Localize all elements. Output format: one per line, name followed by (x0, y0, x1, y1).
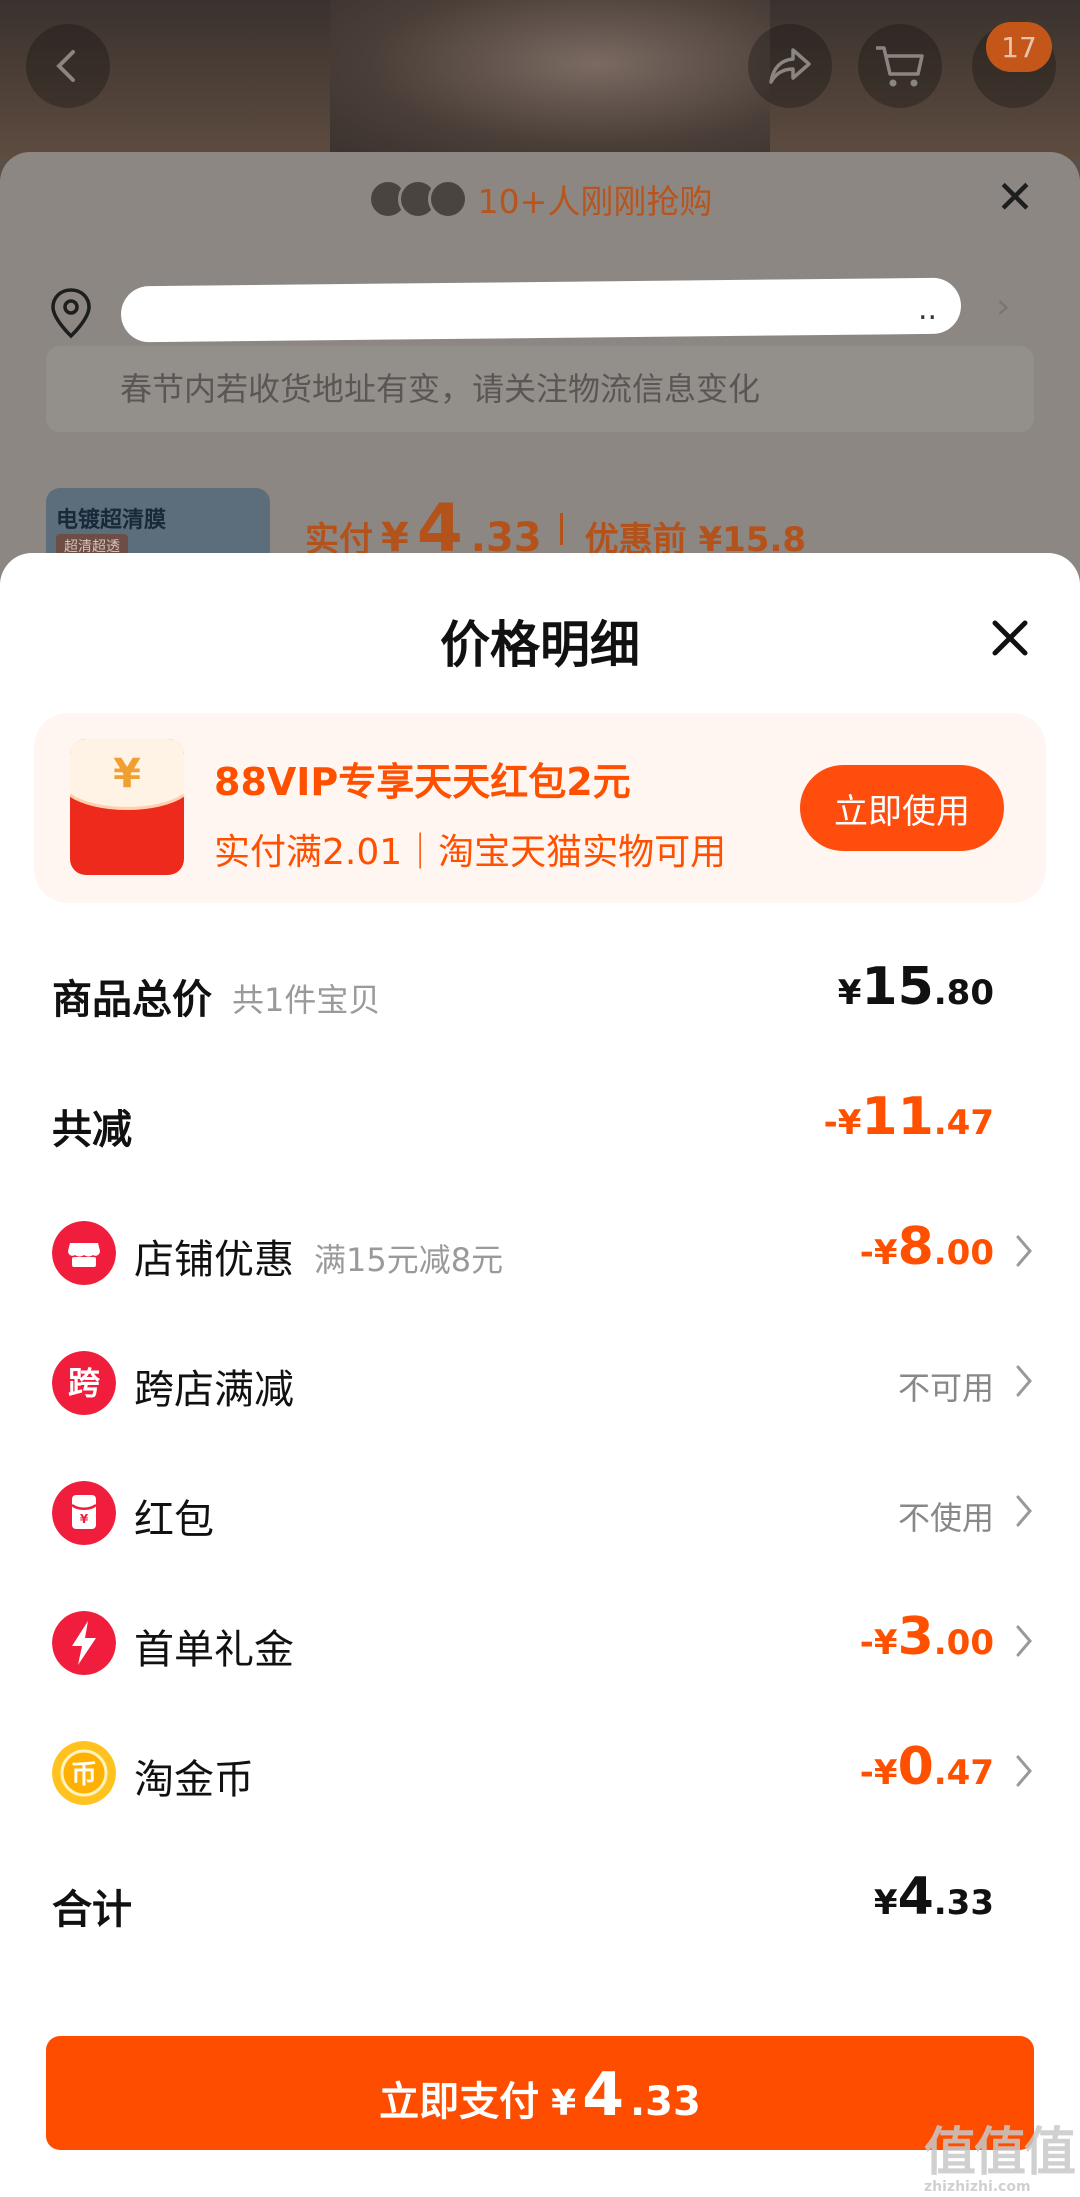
amount-decimal: .00 (933, 1623, 994, 1663)
promo-subtitle: 实付满2.01｜淘宝天猫实物可用 (214, 832, 727, 873)
currency: -¥ (859, 1233, 898, 1273)
modal-title: 价格明细 (440, 616, 640, 674)
red-packet-label: 红包 (134, 1497, 214, 1543)
share-icon (769, 48, 811, 84)
total-row: 合计 ¥4.33 (52, 1863, 1032, 1943)
promo-title: 88VIP专享天天红包2元 (214, 760, 631, 804)
cart-button[interactable] (858, 24, 942, 108)
product-photo (330, 0, 770, 160)
location-pin-icon (51, 288, 91, 339)
currency: -¥ (859, 1753, 898, 1793)
buyer-avatars (367, 179, 468, 219)
first-order-amount: -¥3.00 (860, 1607, 994, 1667)
goods-total-amount: ¥15.80 (838, 957, 994, 1017)
chevron-right-icon (1016, 1755, 1032, 1787)
product-thumb-title: 电镀超清膜 (56, 508, 167, 533)
cross-store-row[interactable]: 跨 跨店满减 不可用 (52, 1343, 1032, 1423)
back-button[interactable] (26, 24, 110, 108)
currency: -¥ (859, 1623, 898, 1663)
amount-decimal: .47 (933, 1753, 994, 1793)
watermark-mark: 值值值 (924, 2123, 1076, 2183)
divider (559, 512, 563, 545)
amount-integer: 0 (897, 1737, 934, 1797)
total-discount-amount: -¥11.47 (824, 1087, 994, 1147)
coin-icon: 币 (52, 1741, 116, 1805)
back-arrow-icon (56, 50, 75, 82)
amount-decimal: .00 (933, 1233, 994, 1273)
store-discount-amount: -¥8.00 (860, 1217, 994, 1277)
red-packet-status: 不使用 (897, 1499, 994, 1537)
vip-red-packet-banner: ¥ 88VIP专享天天红包2元 实付满2.01｜淘宝天猫实物可用 立即使用 (34, 713, 1046, 903)
pay-now-button[interactable]: 立即支付 ¥ 4 .33 (46, 2036, 1034, 2150)
first-order-row[interactable]: 首单礼金 -¥3.00 (52, 1603, 1032, 1683)
amount-decimal: .80 (933, 973, 994, 1013)
amount-integer: 15 (861, 957, 934, 1017)
sheet-close-icon[interactable]: ✕ (990, 172, 1040, 222)
amount-decimal: .33 (933, 1883, 994, 1923)
close-icon[interactable] (985, 613, 1035, 663)
pay-button-currency: ¥ (551, 2083, 577, 2124)
cross-store-icon: 跨 (52, 1351, 116, 1415)
red-packet-row[interactable]: ¥ 红包 不使用 (52, 1473, 1032, 1553)
currency: ¥ (873, 1883, 898, 1923)
avatar (427, 179, 468, 219)
address-notice: 春节内若收货地址有变，请关注物流信息变化 (46, 346, 1034, 432)
svg-text:¥: ¥ (80, 1512, 89, 1526)
store-icon (52, 1221, 116, 1285)
address-ellipsis: .. (918, 292, 938, 327)
svg-text:币: 币 (71, 1760, 97, 1790)
taojinbi-amount: -¥0.47 (860, 1737, 994, 1797)
total-label: 合计 (52, 1887, 132, 1933)
total-amount: ¥4.33 (874, 1867, 994, 1927)
address-redacted (120, 277, 962, 343)
red-packet-icon: ¥ (69, 739, 185, 875)
lightning-icon (52, 1611, 116, 1675)
amount-decimal: .47 (933, 1103, 994, 1143)
store-discount-label: 店铺优惠 (134, 1237, 294, 1283)
site-watermark: 值值值 zhizhizhi.com (924, 2110, 1076, 2195)
amount-integer: 3 (897, 1607, 934, 1667)
price-detail-modal: 价格明细 ¥ 88VIP专享天天红包2元 实付满2.01｜淘宝天猫实物可用 立即… (0, 553, 1080, 2197)
recent-buyers-text: 10+人刚刚抢购 (477, 182, 713, 221)
cart-icon (876, 46, 924, 87)
goods-total-row: 商品总价 共1件宝贝 ¥15.80 (52, 953, 1032, 1033)
amount-integer: 11 (861, 1087, 934, 1147)
item-count-hint: 共1件宝贝 (232, 981, 381, 1019)
share-button[interactable] (748, 24, 832, 108)
goods-total-label: 商品总价 (52, 977, 212, 1023)
taojinbi-row[interactable]: 币 淘金币 -¥0.47 (52, 1733, 1032, 1813)
chevron-right-icon (1016, 1365, 1032, 1397)
address-row[interactable]: .. › (46, 277, 1036, 343)
cross-store-status: 不可用 (897, 1369, 994, 1407)
red-packet-icon: ¥ (52, 1481, 116, 1545)
pay-button-integer: 4 (582, 2060, 624, 2130)
cart-count-badge: 17 (986, 22, 1052, 72)
store-discount-hint: 满15元减8元 (314, 1241, 504, 1279)
taojinbi-label: 淘金币 (134, 1757, 254, 1803)
chevron-right-icon: › (996, 286, 1011, 327)
store-discount-row[interactable]: 店铺优惠 满15元减8元 -¥8.00 (52, 1213, 1032, 1293)
total-discount-row: 共减 -¥11.47 (52, 1083, 1032, 1163)
chevron-right-icon (1016, 1235, 1032, 1267)
amount-integer: 4 (897, 1867, 934, 1927)
cross-store-label: 跨店满减 (134, 1367, 294, 1413)
use-now-button[interactable]: 立即使用 (800, 765, 1004, 851)
pay-button-decimal: .33 (629, 2079, 701, 2125)
recent-buyers: 10+人刚刚抢购 (0, 175, 1080, 223)
amount-integer: 8 (897, 1217, 934, 1277)
svg-text:¥: ¥ (113, 751, 141, 797)
total-discount-label: 共减 (52, 1107, 132, 1153)
currency: -¥ (823, 1103, 862, 1143)
svg-text:跨: 跨 (68, 1364, 101, 1402)
currency: ¥ (837, 973, 862, 1013)
first-order-label: 首单礼金 (134, 1627, 294, 1673)
chevron-right-icon (1016, 1495, 1032, 1527)
pay-button-label: 立即支付 (379, 2079, 540, 2125)
chevron-right-icon (1016, 1625, 1032, 1657)
